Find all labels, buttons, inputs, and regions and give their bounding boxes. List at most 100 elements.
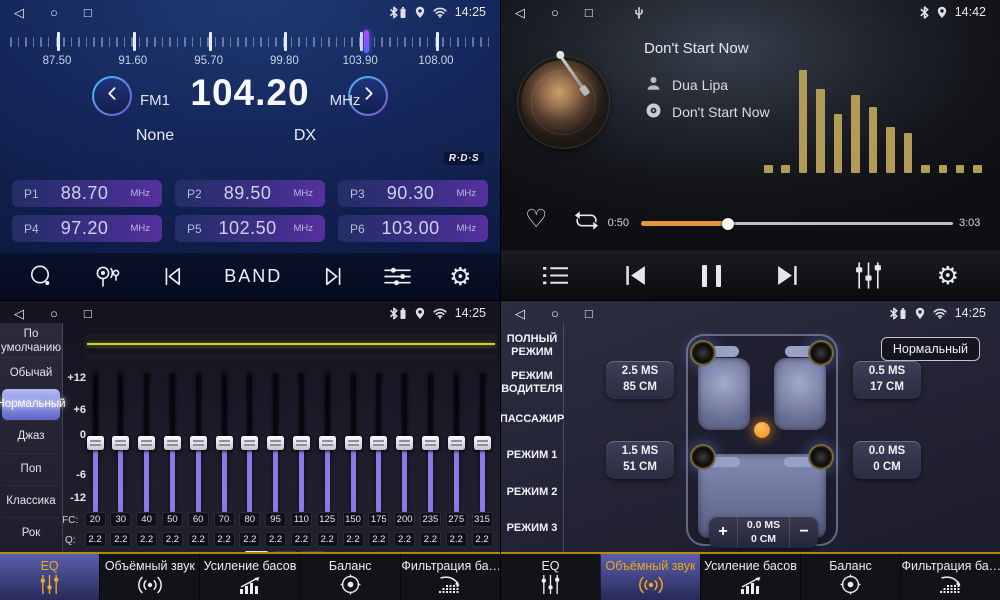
q-value[interactable]: 2.2 xyxy=(110,532,131,547)
fc-value[interactable]: 95 xyxy=(265,512,286,527)
scan-icon[interactable] xyxy=(28,263,55,290)
slider-knob[interactable] xyxy=(396,436,413,450)
decrease-delay-button[interactable]: − xyxy=(790,516,818,548)
nav-home-icon[interactable]: ○ xyxy=(551,6,559,19)
q-value[interactable]: 2.2 xyxy=(85,532,106,547)
rear-right-speaker-icon[interactable] xyxy=(808,444,834,470)
eq-band-slider[interactable] xyxy=(266,373,286,513)
eq-preset-item[interactable]: Нормальный xyxy=(2,389,60,420)
q-value[interactable]: 2.2 xyxy=(472,532,493,547)
eq-band-slider[interactable] xyxy=(85,373,105,513)
nav-recents-icon[interactable]: □ xyxy=(84,6,92,19)
slider-knob[interactable] xyxy=(190,436,207,450)
pause-icon[interactable] xyxy=(702,265,721,287)
mode-item[interactable]: РЕЖИМ 1 xyxy=(502,438,562,475)
rear-left-delay-button[interactable]: 1.5 MS 51 CM xyxy=(606,441,674,479)
eq-band-slider[interactable] xyxy=(472,373,492,513)
nav-home-icon[interactable]: ○ xyxy=(551,307,559,320)
fc-value[interactable]: 60 xyxy=(188,512,209,527)
q-value[interactable]: 2.2 xyxy=(317,532,338,547)
q-value[interactable]: 2.2 xyxy=(239,532,260,547)
fc-value[interactable]: 175 xyxy=(368,512,389,527)
settings-gear-icon[interactable]: ⚙ xyxy=(937,263,959,288)
slider-knob[interactable] xyxy=(448,436,465,450)
fc-value[interactable]: 125 xyxy=(317,512,338,527)
eq-band-slider[interactable] xyxy=(343,373,363,513)
slider-knob[interactable] xyxy=(422,436,439,450)
slider-knob[interactable] xyxy=(112,436,129,450)
fc-value[interactable]: 275 xyxy=(446,512,467,527)
fc-value[interactable]: 150 xyxy=(343,512,364,527)
radio-preset-p3[interactable]: P390.30MHz xyxy=(338,180,488,207)
tab-balance[interactable]: Баланс xyxy=(800,554,900,600)
equalizer-icon[interactable] xyxy=(383,264,412,289)
fc-value[interactable]: 30 xyxy=(110,512,131,527)
band-button[interactable]: BAND xyxy=(224,266,282,287)
q-value[interactable]: 2.2 xyxy=(214,532,235,547)
settings-gear-icon[interactable]: ⚙ xyxy=(449,264,471,289)
tab-bass-boost[interactable]: Усиление басов xyxy=(199,554,299,600)
eq-band-slider[interactable] xyxy=(369,373,389,513)
tab-filter[interactable]: Фильтрация ба… xyxy=(400,554,500,600)
eq-preset-item[interactable]: Классика xyxy=(2,485,60,517)
slider-knob[interactable] xyxy=(319,436,336,450)
progress-bar[interactable] xyxy=(641,222,953,225)
listener-position-dot[interactable] xyxy=(754,422,770,438)
eq-band-slider[interactable] xyxy=(420,373,440,513)
next-station-icon[interactable] xyxy=(319,264,346,289)
front-right-speaker-icon[interactable] xyxy=(808,340,834,366)
nav-recents-icon[interactable]: □ xyxy=(84,307,92,320)
nav-recents-icon[interactable]: □ xyxy=(585,6,593,19)
slider-knob[interactable] xyxy=(370,436,387,450)
eq-preset-item[interactable]: Джаз xyxy=(2,420,60,452)
front-left-delay-button[interactable]: 2.5 MS 85 CM xyxy=(606,361,674,399)
front-right-delay-button[interactable]: 0.5 MS 17 CM xyxy=(853,361,921,399)
q-value[interactable]: 2.2 xyxy=(394,532,415,547)
slider-knob[interactable] xyxy=(87,436,104,450)
q-value[interactable]: 2.2 xyxy=(343,532,364,547)
fc-value[interactable]: 70 xyxy=(214,512,235,527)
fc-value[interactable]: 315 xyxy=(472,512,493,527)
radio-preset-p2[interactable]: P289.50MHz xyxy=(175,180,325,207)
tab-eq[interactable]: EQ xyxy=(0,554,99,600)
nav-back-icon[interactable]: ◁ xyxy=(515,307,525,320)
eq-band-slider[interactable] xyxy=(111,373,131,513)
eq-band-slider[interactable] xyxy=(162,373,182,513)
rear-left-speaker-icon[interactable] xyxy=(690,444,716,470)
fc-value[interactable]: 20 xyxy=(85,512,106,527)
nav-back-icon[interactable]: ◁ xyxy=(14,307,24,320)
fc-value[interactable]: 200 xyxy=(394,512,415,527)
nav-recents-icon[interactable]: □ xyxy=(585,307,593,320)
slider-knob[interactable] xyxy=(267,436,284,450)
eq-band-slider[interactable] xyxy=(395,373,415,513)
eq-preset-item[interactable]: Поп xyxy=(2,453,60,485)
nav-home-icon[interactable]: ○ xyxy=(50,6,58,19)
fc-value[interactable]: 50 xyxy=(162,512,183,527)
q-value[interactable]: 2.2 xyxy=(368,532,389,547)
eq-band-slider[interactable] xyxy=(188,373,208,513)
slider-knob[interactable] xyxy=(293,436,310,450)
mode-item[interactable]: РЕЖИМ ВОДИТЕЛЯ xyxy=(502,365,562,402)
increase-delay-button[interactable]: + xyxy=(709,516,737,548)
slider-knob[interactable] xyxy=(474,436,491,450)
tab-surround[interactable]: Объёмный звук xyxy=(600,554,700,600)
radio-preset-p6[interactable]: P6103.00MHz xyxy=(338,215,488,242)
mode-item[interactable]: ПАССАЖИР xyxy=(502,401,562,438)
slider-knob[interactable] xyxy=(164,436,181,450)
slider-knob[interactable] xyxy=(345,436,362,450)
tab-eq[interactable]: EQ xyxy=(501,554,600,600)
front-left-speaker-icon[interactable] xyxy=(690,340,716,366)
mode-item[interactable]: ПОЛНЫЙ РЕЖИМ xyxy=(502,328,562,365)
previous-track-icon[interactable] xyxy=(623,264,648,287)
fc-value[interactable]: 235 xyxy=(420,512,441,527)
tune-down-button[interactable] xyxy=(92,76,132,116)
next-track-icon[interactable] xyxy=(775,264,800,287)
eq-preset-item[interactable]: Обычай xyxy=(2,357,60,389)
tab-bass-boost[interactable]: Усиление басов xyxy=(700,554,800,600)
eq-preset-item[interactable]: По умолчанию xyxy=(2,326,60,357)
q-value[interactable]: 2.2 xyxy=(420,532,441,547)
broadcast-icon[interactable] xyxy=(92,263,123,290)
eq-band-slider[interactable] xyxy=(137,373,157,513)
fc-value[interactable]: 80 xyxy=(239,512,260,527)
nav-home-icon[interactable]: ○ xyxy=(50,307,58,320)
